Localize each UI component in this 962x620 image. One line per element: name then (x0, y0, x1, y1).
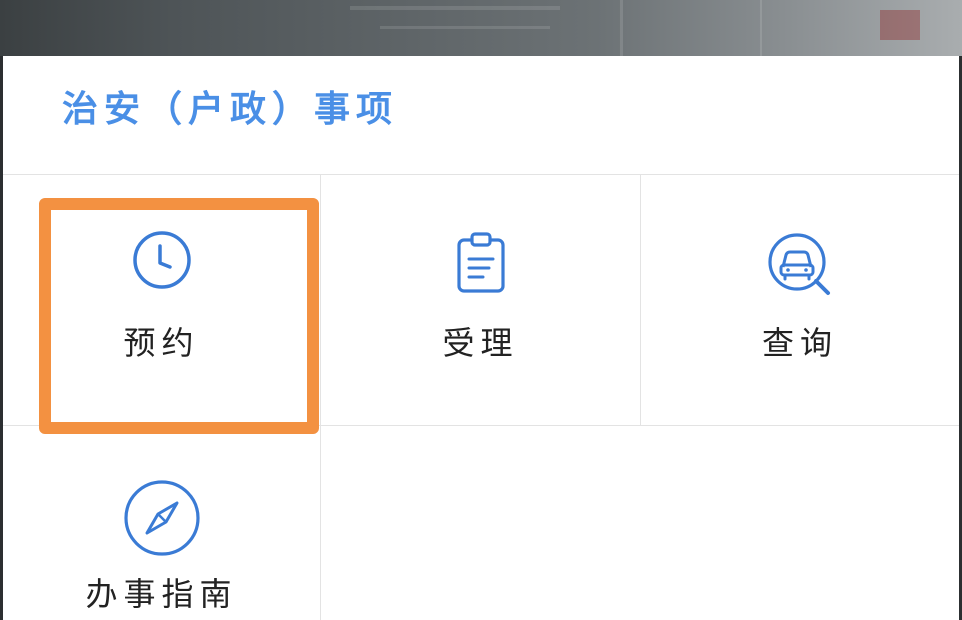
appointment-label: 预约 (123, 324, 200, 362)
appointment-tile[interactable]: 预约 (3, 175, 320, 425)
banner-image (0, 0, 962, 56)
car-search-icon (766, 231, 834, 303)
guide-label: 办事指南 (85, 575, 238, 613)
section-title: 治安（户政）事项 (62, 89, 399, 130)
accept-tile[interactable]: 受理 (321, 175, 640, 425)
clock-icon (131, 229, 193, 295)
accept-label: 受理 (442, 324, 519, 362)
query-label: 查询 (761, 324, 838, 362)
clipboard-icon (455, 231, 507, 299)
query-tile[interactable]: 查询 (641, 175, 959, 425)
app-screen: 治安（户政）事项 预约 受理 查询 办事指南 (0, 0, 962, 620)
compass-icon (122, 478, 202, 562)
guide-tile[interactable]: 办事指南 (3, 426, 320, 620)
